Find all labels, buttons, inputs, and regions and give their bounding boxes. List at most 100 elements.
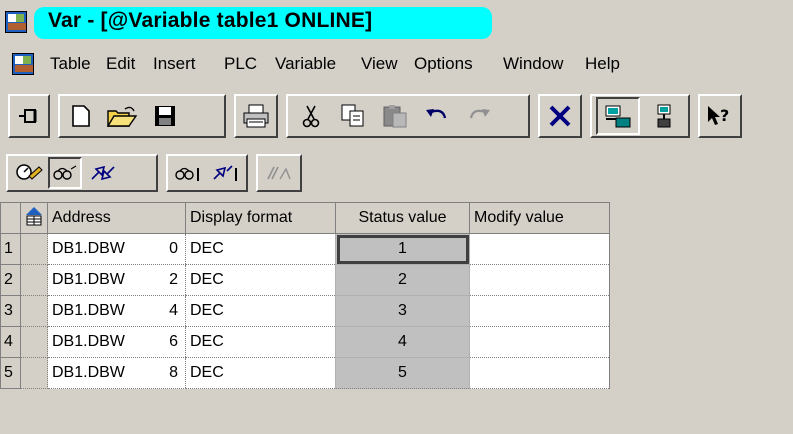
redo-button[interactable] (460, 97, 498, 135)
display-format-cell[interactable]: DEC (185, 233, 336, 265)
symbol-cell[interactable] (20, 357, 48, 389)
new-button[interactable] (62, 97, 100, 135)
header-display-format[interactable]: Display format (185, 202, 336, 234)
print-icon (243, 104, 269, 128)
status-value-cell[interactable]: 2 (335, 264, 470, 296)
modify-variable-button[interactable] (86, 157, 120, 189)
table-row[interactable]: 3 DB1.DBW 4 DEC 3 (0, 295, 610, 327)
row-number[interactable]: 5 (0, 357, 21, 389)
menu-table[interactable]: Table (50, 54, 91, 74)
save-icon (155, 106, 175, 126)
address-operand: DB1.DBW (52, 240, 125, 257)
new-icon (72, 105, 90, 127)
modify-value-cell[interactable] (469, 233, 610, 265)
symbol-cell[interactable] (20, 295, 48, 327)
address-operand: DB1.DBW (52, 302, 125, 319)
modify-value-cell[interactable] (469, 357, 610, 389)
print-button[interactable] (234, 94, 278, 138)
address-cell[interactable]: DB1.DBW 2 (47, 264, 186, 296)
update-monitor-button[interactable] (170, 157, 206, 189)
address-cell[interactable]: DB1.DBW 4 (47, 295, 186, 327)
update-monitor-icon (175, 167, 199, 181)
save-button[interactable] (146, 97, 184, 135)
address-offset: 4 (169, 302, 178, 319)
paste-button[interactable] (376, 97, 414, 135)
menu-plc[interactable]: PLC (224, 54, 257, 74)
modify-value-cell[interactable] (469, 326, 610, 358)
header-address[interactable]: Address (47, 202, 186, 234)
status-value-cell[interactable]: 5 (335, 357, 470, 389)
address-offset: 8 (169, 364, 178, 381)
menu-edit[interactable]: Edit (106, 54, 135, 74)
status-value-cell[interactable]: 3 (335, 295, 470, 327)
display-format-cell[interactable]: DEC (185, 357, 336, 389)
online-button[interactable] (596, 97, 640, 135)
address-offset: 0 (169, 240, 178, 257)
address-cell[interactable]: DB1.DBW 8 (47, 357, 186, 389)
menu-options[interactable]: Options (414, 54, 473, 74)
monitor-button[interactable] (12, 157, 46, 189)
menu-view[interactable]: View (361, 54, 398, 74)
table-row[interactable]: 4 DB1.DBW 6 DEC 4 (0, 326, 610, 358)
menu-window[interactable]: Window (503, 54, 563, 74)
address-operand: DB1.DBW (52, 333, 125, 350)
menu-help[interactable]: Help (585, 54, 620, 74)
table-symbol-icon (26, 206, 42, 225)
table-header-row: Address Display format Status value Modi… (0, 202, 610, 234)
address-offset: 2 (169, 271, 178, 288)
row-number[interactable]: 4 (0, 326, 21, 358)
address-operand: DB1.DBW (52, 271, 125, 288)
variable-table: Address Display format Status value Modi… (0, 202, 610, 389)
network-button[interactable] (644, 97, 684, 135)
corner-cell (0, 202, 21, 234)
address-cell[interactable]: DB1.DBW 6 (47, 326, 186, 358)
symbol-cell[interactable] (20, 264, 48, 296)
header-modify-value[interactable]: Modify value (469, 202, 610, 234)
cut-button[interactable] (292, 97, 330, 135)
copy-button[interactable] (334, 97, 372, 135)
pin-button[interactable] (8, 94, 50, 138)
status-value-cell[interactable]: 4 (335, 326, 470, 358)
open-button[interactable] (102, 97, 142, 135)
table-row[interactable]: 5 DB1.DBW 8 DEC 5 (0, 357, 610, 389)
app-logo-icon (5, 11, 27, 33)
header-status-value[interactable]: Status value (335, 202, 470, 234)
open-icon (107, 106, 137, 127)
symbol-cell[interactable] (20, 233, 48, 265)
monitor-variable-icon (53, 165, 77, 180)
redo-icon (469, 109, 490, 119)
monitor-icon (16, 164, 43, 180)
modify-variable-icon (91, 165, 115, 181)
row-number[interactable]: 2 (0, 264, 21, 296)
main-toolbar: ? (0, 86, 793, 144)
modify-value-cell[interactable] (469, 264, 610, 296)
menu-insert[interactable]: Insert (153, 54, 196, 74)
status-value-cell[interactable]: 1 (335, 233, 470, 265)
select-all-cell[interactable] (20, 202, 48, 234)
undo-button[interactable] (418, 97, 456, 135)
display-format-cell[interactable]: DEC (185, 295, 336, 327)
undo-icon (426, 109, 447, 119)
modify-value-cell[interactable] (469, 295, 610, 327)
delete-button[interactable] (538, 94, 582, 138)
display-format-cell[interactable]: DEC (185, 264, 336, 296)
address-cell[interactable]: DB1.DBW 0 (47, 233, 186, 265)
row-number[interactable]: 1 (0, 233, 21, 265)
paste-icon (383, 105, 407, 128)
svg-text:?: ? (720, 106, 729, 125)
display-format-cell[interactable]: DEC (185, 326, 336, 358)
symbol-cell[interactable] (20, 326, 48, 358)
row-number[interactable]: 3 (0, 295, 21, 327)
app-menu-icon[interactable] (12, 53, 34, 75)
address-operand: DB1.DBW (52, 364, 125, 381)
force-icon (267, 166, 291, 180)
online-icon (605, 105, 631, 128)
table-row[interactable]: 2 DB1.DBW 2 DEC 2 (0, 264, 610, 296)
force-button[interactable] (256, 154, 302, 192)
monitor-variable-button[interactable] (48, 157, 82, 189)
menu-variable[interactable]: Variable (275, 54, 336, 74)
pin-icon (19, 109, 37, 123)
help-button[interactable]: ? (698, 94, 742, 138)
table-row[interactable]: 1 DB1.DBW 0 DEC 1 (0, 233, 610, 265)
activate-modify-button[interactable] (208, 157, 244, 189)
